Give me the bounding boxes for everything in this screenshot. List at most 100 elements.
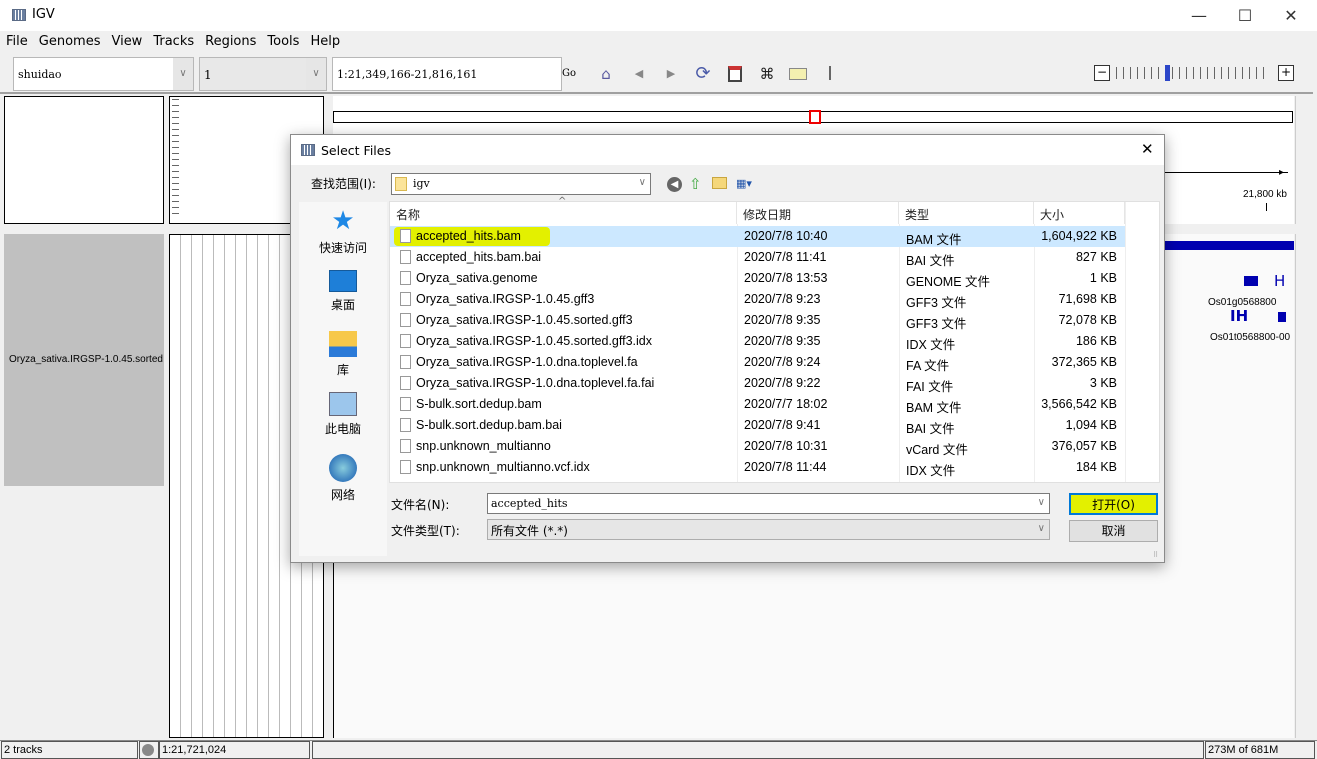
- ruler-arrow-icon: ▸: [1279, 167, 1285, 178]
- file-row[interactable]: accepted_hits.bam.bai 2020/7/8 11:41 BAI…: [390, 247, 1125, 268]
- file-row[interactable]: accepted_hits.bam 2020/7/8 10:40 BAM 文件 …: [390, 226, 1125, 247]
- forward-icon[interactable]: ▶: [661, 64, 681, 84]
- exon-block[interactable]: H: [1274, 272, 1285, 290]
- file-date: 2020/7/8 13:53: [744, 271, 828, 285]
- genome-select[interactable]: shuidao ∨: [13, 57, 194, 91]
- file-list: 名称 ^ 修改日期 类型 大小 accepted_hits.bam 2020/7…: [389, 196, 1160, 483]
- menu-file[interactable]: File: [0, 32, 33, 49]
- file-date: 2020/7/7 18:02: [744, 397, 828, 411]
- file-row[interactable]: Oryza_sativa.IRGSP-1.0.45.gff3 2020/7/8 …: [390, 289, 1125, 310]
- exon-block[interactable]: [1278, 312, 1286, 322]
- file-name: Oryza_sativa.IRGSP-1.0.dna.toplevel.fa.f…: [416, 376, 655, 390]
- file-name: Oryza_sativa.IRGSP-1.0.45.sorted.gff3: [416, 313, 633, 327]
- filename-value: accepted_hits: [491, 497, 568, 510]
- up-folder-icon[interactable]: ⇧: [689, 175, 702, 193]
- maximize-button[interactable]: ☐: [1222, 0, 1268, 31]
- file-name: accepted_hits.bam: [416, 229, 521, 243]
- home-icon[interactable]: ⌂: [596, 64, 616, 84]
- file-row[interactable]: S-bulk.sort.dedup.bam 2020/7/7 18:02 BAM…: [390, 394, 1125, 415]
- filetype-select[interactable]: 所有文件 (*.*) ∨: [487, 519, 1050, 540]
- menu-view[interactable]: View: [105, 32, 147, 49]
- file-type: FAI 文件: [906, 380, 954, 394]
- genome-value: shuidao: [18, 68, 62, 81]
- file-row[interactable]: Oryza_sativa.IRGSP-1.0.dna.toplevel.fa 2…: [390, 352, 1125, 373]
- menu-regions[interactable]: Regions: [199, 32, 261, 49]
- file-row[interactable]: S-bulk.sort.dedup.bam.bai 2020/7/8 9:41 …: [390, 415, 1125, 436]
- file-size: 1,604,922 KB: [1041, 229, 1117, 243]
- place-network[interactable]: 网络: [299, 454, 387, 503]
- file-date: 2020/7/8 9:22: [744, 376, 821, 390]
- igv-app-icon: [12, 9, 26, 21]
- place-this-pc[interactable]: 此电脑: [299, 392, 387, 437]
- popup-info-icon[interactable]: [788, 64, 808, 84]
- locus-input[interactable]: 1:21,349,166-21,816,161: [332, 57, 562, 91]
- file-row[interactable]: Oryza_sativa.IRGSP-1.0.dna.toplevel.fa.f…: [390, 373, 1125, 394]
- file-size: 72,078 KB: [1058, 313, 1117, 327]
- file-date: 2020/7/8 11:44: [744, 460, 827, 474]
- file-date: 2020/7/8 9:24: [744, 355, 821, 369]
- back-icon[interactable]: ◀: [667, 177, 682, 192]
- file-row[interactable]: snp.unknown_multianno.vcf.idx 2020/7/8 1…: [390, 457, 1125, 478]
- column-header-date[interactable]: 修改日期: [737, 202, 899, 224]
- file-icon: [400, 355, 411, 369]
- resize-icon[interactable]: ⌘: [757, 64, 777, 84]
- zoom-slider[interactable]: − +: [1094, 64, 1294, 82]
- cancel-button[interactable]: 取消: [1069, 520, 1158, 542]
- file-name: S-bulk.sort.dedup.bam: [416, 397, 542, 411]
- file-icon: [400, 250, 411, 264]
- zoom-thumb[interactable]: [1165, 65, 1170, 81]
- chromosome-select[interactable]: 1 ∨: [199, 57, 327, 91]
- file-type: IDX 文件: [906, 338, 956, 352]
- current-region-marker: [809, 110, 821, 124]
- place-quick-access[interactable]: ★ 快速访问: [299, 207, 387, 256]
- column-header-size[interactable]: 大小: [1034, 202, 1125, 224]
- ruler-toggle-icon[interactable]: [829, 66, 831, 80]
- file-row[interactable]: Oryza_sativa.IRGSP-1.0.45.sorted.gff3.id…: [390, 331, 1125, 352]
- exon-block[interactable]: [1244, 276, 1258, 286]
- minimize-button[interactable]: —: [1176, 0, 1222, 31]
- close-button[interactable]: ✕: [1268, 0, 1314, 31]
- column-header-type[interactable]: 类型: [899, 202, 1034, 224]
- refresh-icon[interactable]: ⟳: [693, 64, 713, 84]
- places-bar: ★ 快速访问 桌面 库 此电脑 网络: [299, 202, 387, 556]
- file-type: GENOME 文件: [906, 275, 991, 289]
- exon-block[interactable]: IH: [1230, 307, 1248, 325]
- go-button[interactable]: Go: [562, 68, 576, 79]
- file-row[interactable]: Oryza_sativa.genome 2020/7/8 13:53 GENOM…: [390, 268, 1125, 289]
- zoom-in-icon[interactable]: +: [1278, 65, 1294, 81]
- back-icon[interactable]: ◀: [629, 64, 649, 84]
- folder-icon: [395, 177, 407, 191]
- resize-grip-icon[interactable]: ⠿: [1153, 551, 1158, 559]
- file-size: 372,365 KB: [1051, 355, 1117, 369]
- filetype-label: 文件类型(T):: [391, 524, 460, 538]
- upper-scrollbar[interactable]: [1295, 96, 1313, 224]
- view-menu-icon[interactable]: ▦▾: [736, 177, 762, 191]
- file-icon: [400, 460, 411, 474]
- file-icon: [400, 439, 411, 453]
- menu-help[interactable]: Help: [304, 32, 345, 49]
- transcript-label: Os01t0568800-00: [1210, 332, 1291, 343]
- menu-tools[interactable]: Tools: [261, 32, 304, 49]
- file-row[interactable]: snp.unknown_multianno 2020/7/8 10:31 vCa…: [390, 436, 1125, 457]
- place-libraries[interactable]: 库: [299, 331, 387, 378]
- menu-tracks[interactable]: Tracks: [147, 32, 199, 49]
- lower-scrollbar[interactable]: [1295, 234, 1313, 738]
- dialog-title: Select Files: [321, 143, 391, 158]
- dialog-close-icon[interactable]: ✕: [1141, 140, 1154, 158]
- zoom-out-icon[interactable]: −: [1094, 65, 1110, 81]
- look-in-select[interactable]: igv ∨: [391, 173, 651, 195]
- network-icon: [329, 454, 357, 482]
- attribute-header-labels: [172, 99, 179, 219]
- file-type: vCard 文件: [906, 443, 968, 457]
- file-row[interactable]: Oryza_sativa.IRGSP-1.0.45.sorted.gff3 20…: [390, 310, 1125, 331]
- library-icon: [329, 331, 357, 357]
- region-icon[interactable]: [725, 64, 745, 84]
- new-folder-icon[interactable]: [712, 177, 727, 189]
- track-name[interactable]: Oryza_sativa.IRGSP-1.0.45.sorted: [9, 354, 164, 365]
- filename-input[interactable]: accepted_hits ∨: [487, 493, 1050, 514]
- place-label: 快速访问: [318, 241, 367, 255]
- place-desktop[interactable]: 桌面: [299, 270, 387, 313]
- chevron-down-icon: ∨: [1037, 497, 1045, 508]
- open-button[interactable]: 打开(O): [1069, 493, 1158, 515]
- menu-genomes[interactable]: Genomes: [33, 32, 106, 49]
